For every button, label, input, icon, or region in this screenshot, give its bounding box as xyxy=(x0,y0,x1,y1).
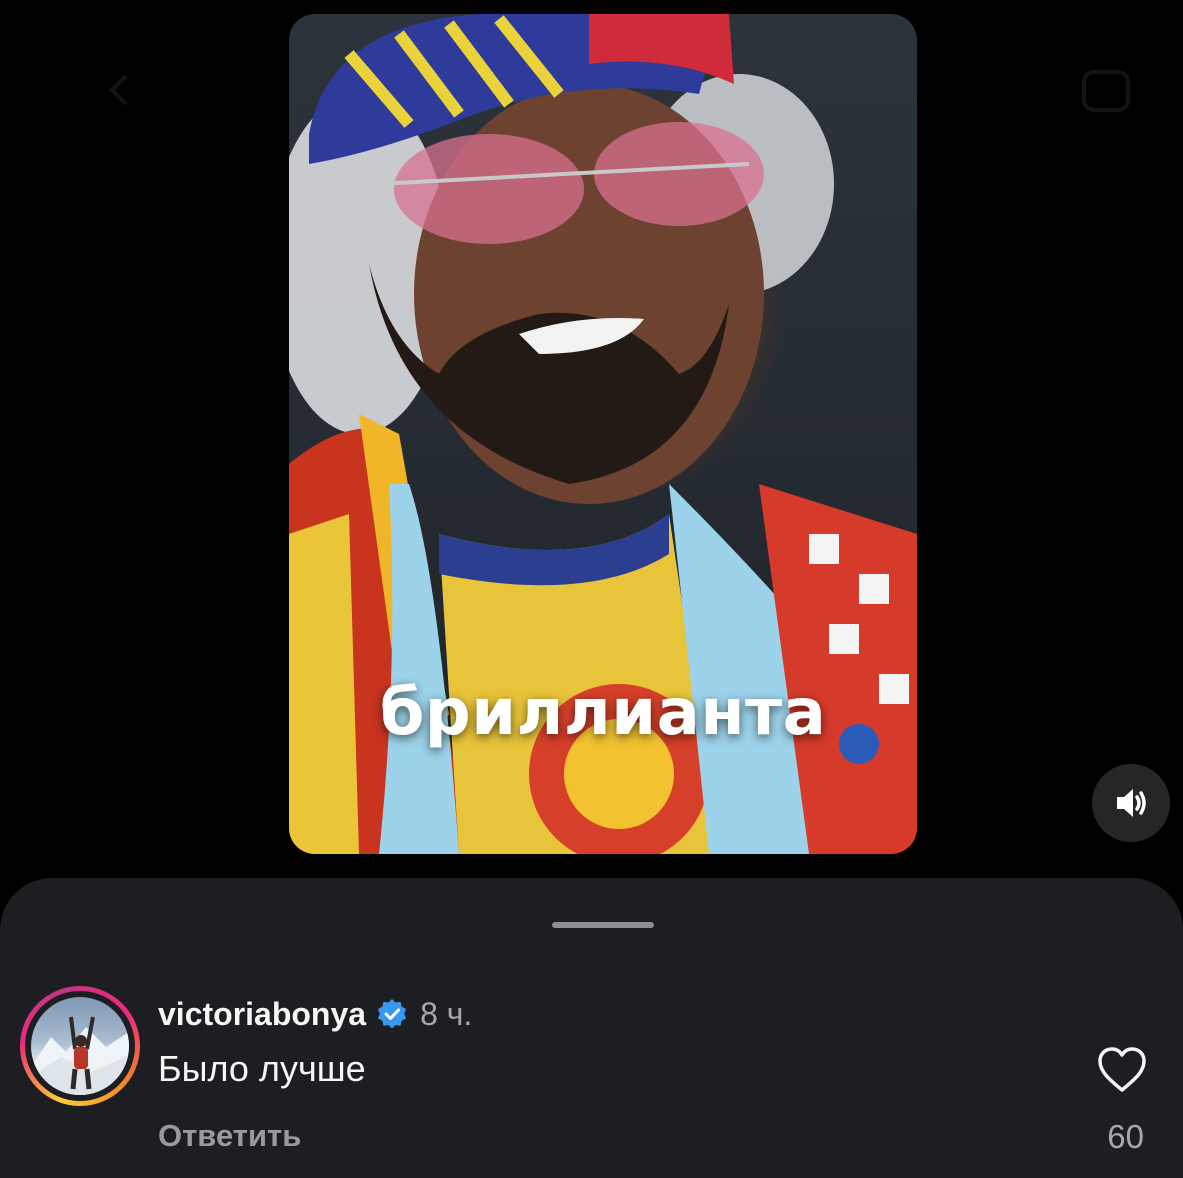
back-arrow-icon xyxy=(109,74,128,106)
sound-toggle-button[interactable] xyxy=(1092,764,1170,842)
heart-outline-icon[interactable] xyxy=(1096,1046,1148,1094)
verified-badge-icon xyxy=(378,999,407,1029)
video-caption: бриллианта xyxy=(379,676,827,750)
comments-sheet: victoriabonya 8 ч. Было лучше Ответить 6… xyxy=(0,878,1183,1178)
reel-video[interactable]: бриллианта xyxy=(289,14,917,854)
speaker-volume-icon xyxy=(1117,789,1146,817)
avatar[interactable] xyxy=(31,997,129,1095)
reply-button[interactable]: Ответить xyxy=(158,1118,301,1154)
sheet-drag-handle[interactable] xyxy=(552,922,654,928)
comment-timestamp: 8 ч. xyxy=(420,995,473,1032)
comment-header: victoriabonya 8 ч. xyxy=(158,994,472,1034)
comment-username[interactable]: victoriabonya xyxy=(158,996,366,1033)
comment-text: Было лучше xyxy=(158,1048,366,1089)
camera-icon xyxy=(1082,70,1130,112)
avatar-story-ring[interactable] xyxy=(20,986,140,1106)
like-count: 60 xyxy=(1107,1118,1144,1155)
